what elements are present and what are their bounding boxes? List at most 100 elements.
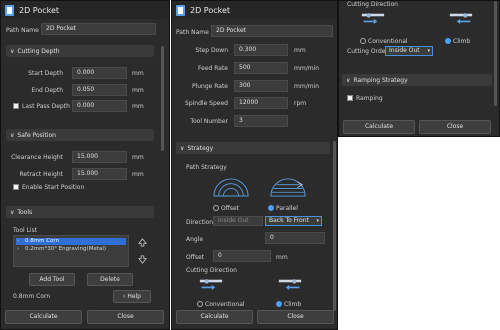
selected-tool-label: 0.8mm Corn xyxy=(13,293,51,300)
plunge-rate-input[interactable]: 300 xyxy=(234,80,288,92)
tool-number-input[interactable]: 3 xyxy=(234,115,288,127)
cutting-order-select[interactable]: Inside Out ▾ xyxy=(385,46,433,56)
section-title: Cutting Depth xyxy=(17,47,60,55)
feed-rate-label: Feed Rate xyxy=(198,65,228,72)
close-button[interactable]: Close xyxy=(87,310,164,324)
move-up-icon[interactable] xyxy=(138,238,147,247)
title-bar: 2D Pocket xyxy=(172,1,337,19)
ramping-strategy-header[interactable]: ∨ Ramping Strategy xyxy=(342,74,492,86)
add-tool-button[interactable]: Add Tool xyxy=(29,273,75,286)
calculate-button[interactable]: Calculate xyxy=(176,310,253,324)
chevron-down-icon: ∨ xyxy=(346,76,351,84)
tool-item-label: 0.2mm*30° Engraving(Metal) xyxy=(25,246,107,252)
path-name-label: Path Name xyxy=(176,29,209,36)
climb-radio[interactable] xyxy=(445,38,451,44)
end-depth-label: End Depth xyxy=(31,87,63,94)
clearance-height-input[interactable]: 15.000 xyxy=(72,151,127,163)
retract-height-input[interactable]: 15.000 xyxy=(72,168,127,180)
direction-label: Direction xyxy=(186,219,214,226)
offset-unit: mm xyxy=(276,254,288,261)
help-button[interactable]: › Help xyxy=(113,290,151,303)
angle-input[interactable]: 0 xyxy=(265,232,325,244)
tools-header[interactable]: ∨ Tools xyxy=(6,206,154,218)
spindle-speed-unit: rpm xyxy=(294,100,307,107)
start-depth-input[interactable]: 0.000 xyxy=(72,67,127,79)
cutting-depth-header[interactable]: ∨ Cutting Depth xyxy=(6,45,154,57)
climb-direction-icon xyxy=(278,279,302,290)
last-pass-checkbox[interactable] xyxy=(13,103,19,109)
path-name-input[interactable]: 2D Pocket xyxy=(211,25,333,37)
cutting-direction-label: Cutting Direction xyxy=(186,267,237,274)
chevron-down-icon: ▾ xyxy=(427,48,430,54)
direction-select[interactable]: Back To Front ▾ xyxy=(265,216,322,226)
calculate-button[interactable]: Calculate xyxy=(5,310,82,324)
feed-rate-input[interactable]: 500 xyxy=(234,62,288,74)
enable-start-checkbox[interactable] xyxy=(13,184,19,190)
retract-height-unit: mm xyxy=(132,171,144,178)
conventional-label: Conventional xyxy=(368,38,408,45)
step-down-label: Step Down xyxy=(195,47,228,54)
calculate-button[interactable]: Calculate xyxy=(343,120,415,134)
panel-center: 2D Pocket Path Name 2D Pocket Step Down … xyxy=(171,0,338,330)
panel-right: Cutting Direction Conventional Climb Cut… xyxy=(338,0,500,137)
chevron-right-icon: › xyxy=(17,246,19,252)
cutting-direction-label: Cutting Direction xyxy=(347,1,398,8)
tool-number-label: Tool Number xyxy=(190,118,228,125)
strategy-header[interactable]: ∨ Strategy xyxy=(176,142,330,154)
offset-strategy-icon[interactable] xyxy=(212,177,250,198)
offset-radio[interactable] xyxy=(213,205,219,211)
conventional-label: Conventional xyxy=(205,301,245,308)
offset-strategy-label: Offset xyxy=(221,205,240,212)
climb-radio[interactable] xyxy=(276,301,282,307)
section-title: Ramping Strategy xyxy=(353,76,408,84)
tool-list-label: Tool List xyxy=(13,227,38,234)
safe-position-header[interactable]: ∨ Safe Position xyxy=(6,129,154,141)
window-title: 2D Pocket xyxy=(19,5,60,15)
last-pass-input[interactable]: 0.000 xyxy=(72,100,127,112)
section-title: Safe Position xyxy=(17,131,56,139)
step-down-unit: mm xyxy=(294,47,306,54)
cutting-order-value: Inside Out xyxy=(389,47,420,54)
list-item[interactable]: › 0.8mm Corn xyxy=(16,238,126,245)
conventional-direction-icon xyxy=(361,13,385,24)
move-down-icon[interactable] xyxy=(138,255,147,264)
parallel-strategy-label: Parallel xyxy=(276,205,298,212)
offset-input[interactable]: 0 xyxy=(213,250,271,262)
ramping-label: Ramping xyxy=(356,95,383,102)
path-name-input[interactable]: 2D Pocket xyxy=(41,23,156,35)
delete-tool-button[interactable]: Delete xyxy=(87,273,133,286)
clearance-height-unit: mm xyxy=(132,154,144,161)
scrollbar[interactable] xyxy=(333,141,336,311)
enable-start-label: Enable Start Position xyxy=(22,184,85,191)
section-title: Strategy xyxy=(187,144,214,152)
parallel-strategy-icon[interactable] xyxy=(269,177,307,198)
app-logo-icon xyxy=(176,4,185,16)
section-title: Tools xyxy=(17,208,33,216)
offset-field-label: Offset xyxy=(186,254,205,261)
panel-left: 2D Pocket Path Name 2D Pocket ∨ Cutting … xyxy=(0,0,170,330)
direction-input[interactable]: Inside Out xyxy=(213,216,263,226)
tool-list[interactable]: › 0.8mm Corn › 0.2mm*30° Engraving(Metal… xyxy=(13,235,129,267)
conventional-radio[interactable] xyxy=(360,38,366,44)
cutting-order-label: Cutting Order xyxy=(347,48,388,55)
climb-label: Climb xyxy=(284,301,302,308)
close-button[interactable]: Close xyxy=(419,120,491,134)
climb-direction-icon xyxy=(449,13,473,24)
clearance-height-label: Clearance Height xyxy=(11,154,63,161)
scrollbar[interactable] xyxy=(494,1,497,106)
spindle-speed-label: Spindle Speed xyxy=(185,100,228,107)
conventional-radio[interactable] xyxy=(197,301,203,307)
end-depth-input[interactable]: 0.050 xyxy=(72,84,127,96)
chevron-down-icon: ▾ xyxy=(316,218,319,224)
ramping-checkbox[interactable] xyxy=(347,95,353,101)
list-item[interactable]: › 0.2mm*30° Engraving(Metal) xyxy=(16,246,126,253)
last-pass-unit: mm xyxy=(132,103,144,110)
spindle-speed-input[interactable]: 12000 xyxy=(234,97,288,109)
scrollbar[interactable] xyxy=(161,46,164,151)
path-name-label: Path Name xyxy=(6,27,39,34)
app-logo-icon xyxy=(5,4,14,16)
angle-label: Angle xyxy=(186,236,204,243)
close-button[interactable]: Close xyxy=(257,310,334,324)
step-down-input[interactable]: 0.300 xyxy=(234,44,288,56)
parallel-radio[interactable] xyxy=(268,205,274,211)
